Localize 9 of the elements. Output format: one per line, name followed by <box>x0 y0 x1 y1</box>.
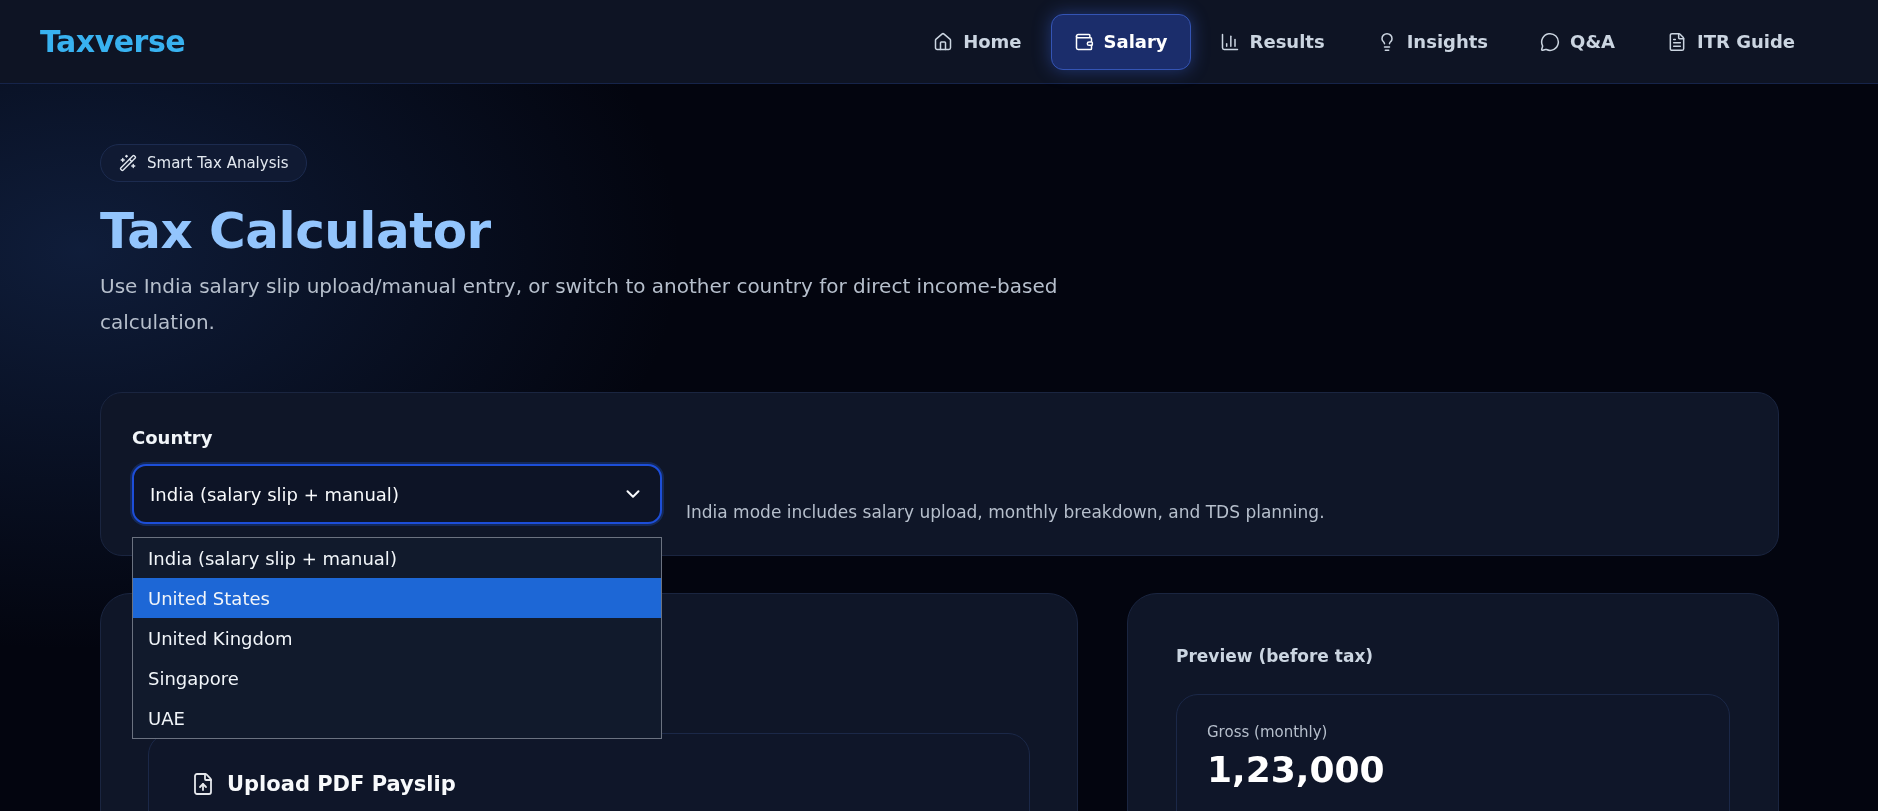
stat-value: 1,23,000 <box>1207 749 1386 790</box>
section-title: Preview (before tax) <box>1176 646 1375 666</box>
stat-label: Gross (monthly) <box>1207 723 1329 741</box>
page-title: Tax Calculator <box>100 202 492 260</box>
page-subtitle: Use India salary slip upload/manual entry, or switch to another country for direct income-based calculation. <box>100 273 1059 336</box>
field-label: Country <box>132 427 214 448</box>
feature-badge: Smart Tax Analysis <box>100 144 308 182</box>
section-title: Upload PDF Payslip <box>227 772 456 796</box>
help-text: India mode includes salary upload, monthly breakdown, and TDS planning. <box>686 502 1325 524</box>
